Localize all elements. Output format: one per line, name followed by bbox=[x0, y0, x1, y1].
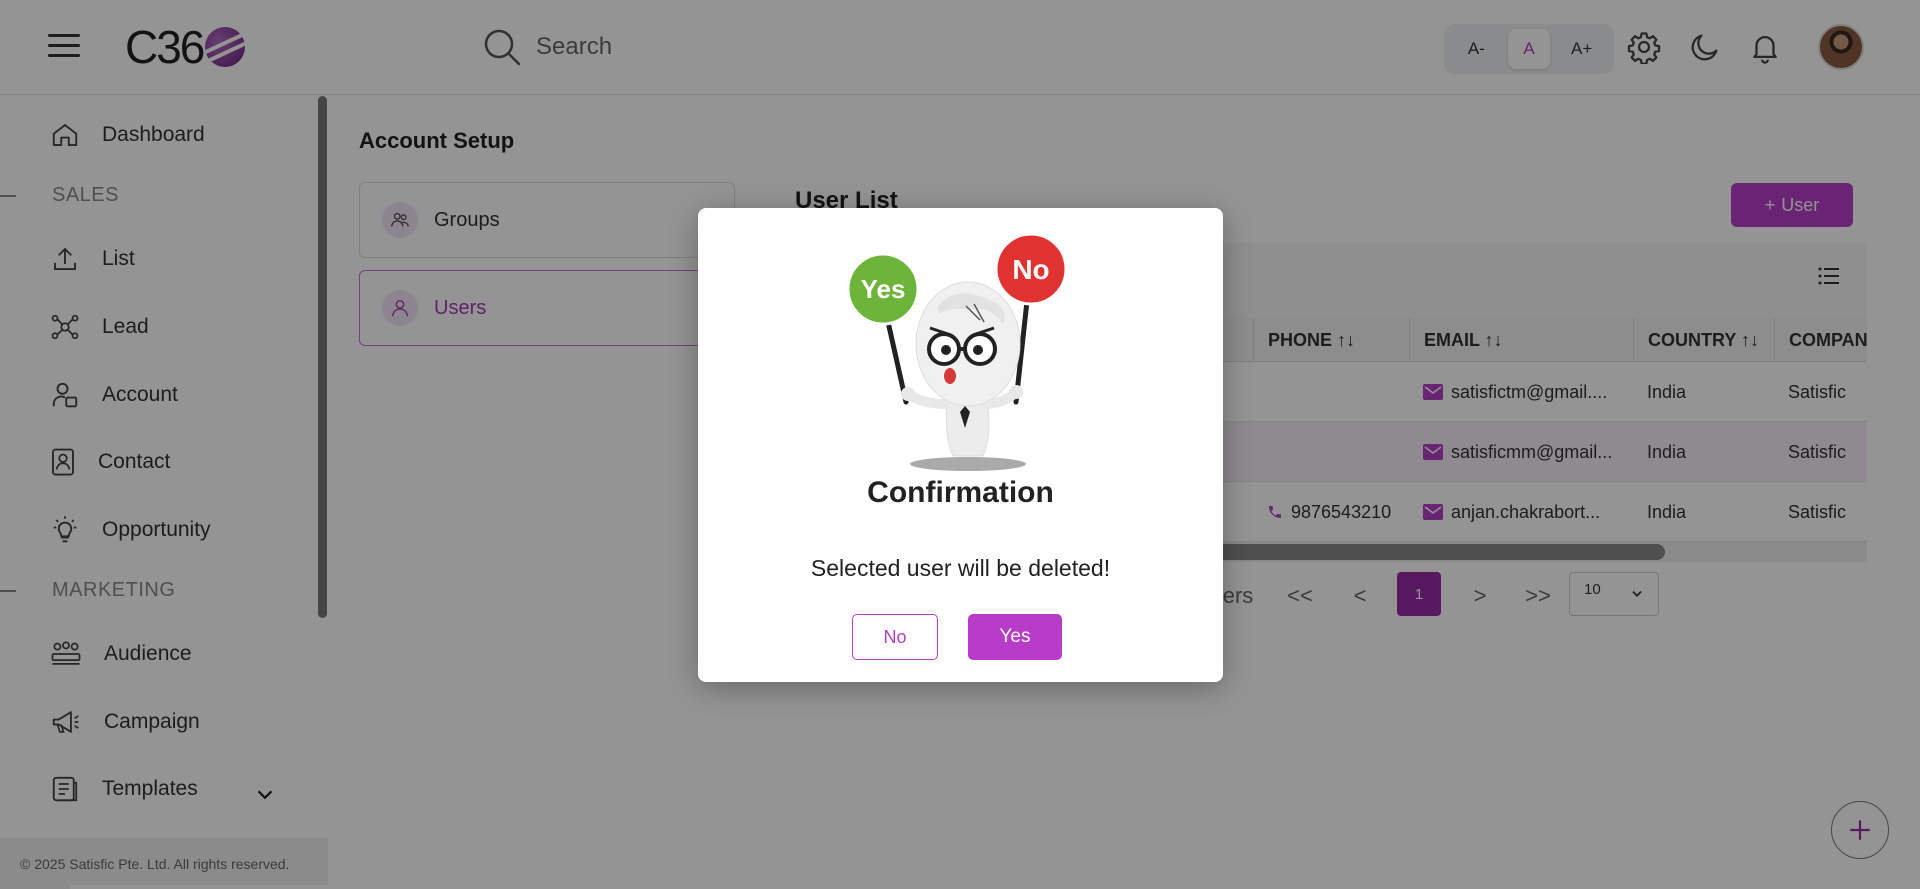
dialog-title: Confirmation bbox=[867, 476, 1054, 509]
yes-button[interactable]: Yes bbox=[968, 614, 1062, 660]
yes-sign-text: Yes bbox=[861, 274, 906, 304]
no-button[interactable]: No bbox=[852, 614, 938, 660]
mascot-yes-no-illustration: Yes No bbox=[848, 234, 1068, 471]
no-sign-text: No bbox=[1012, 254, 1049, 285]
confirmation-dialog: Yes No Confirmation Selected user will b… bbox=[698, 208, 1223, 682]
dialog-message: Selected user will be deleted! bbox=[810, 555, 1111, 581]
